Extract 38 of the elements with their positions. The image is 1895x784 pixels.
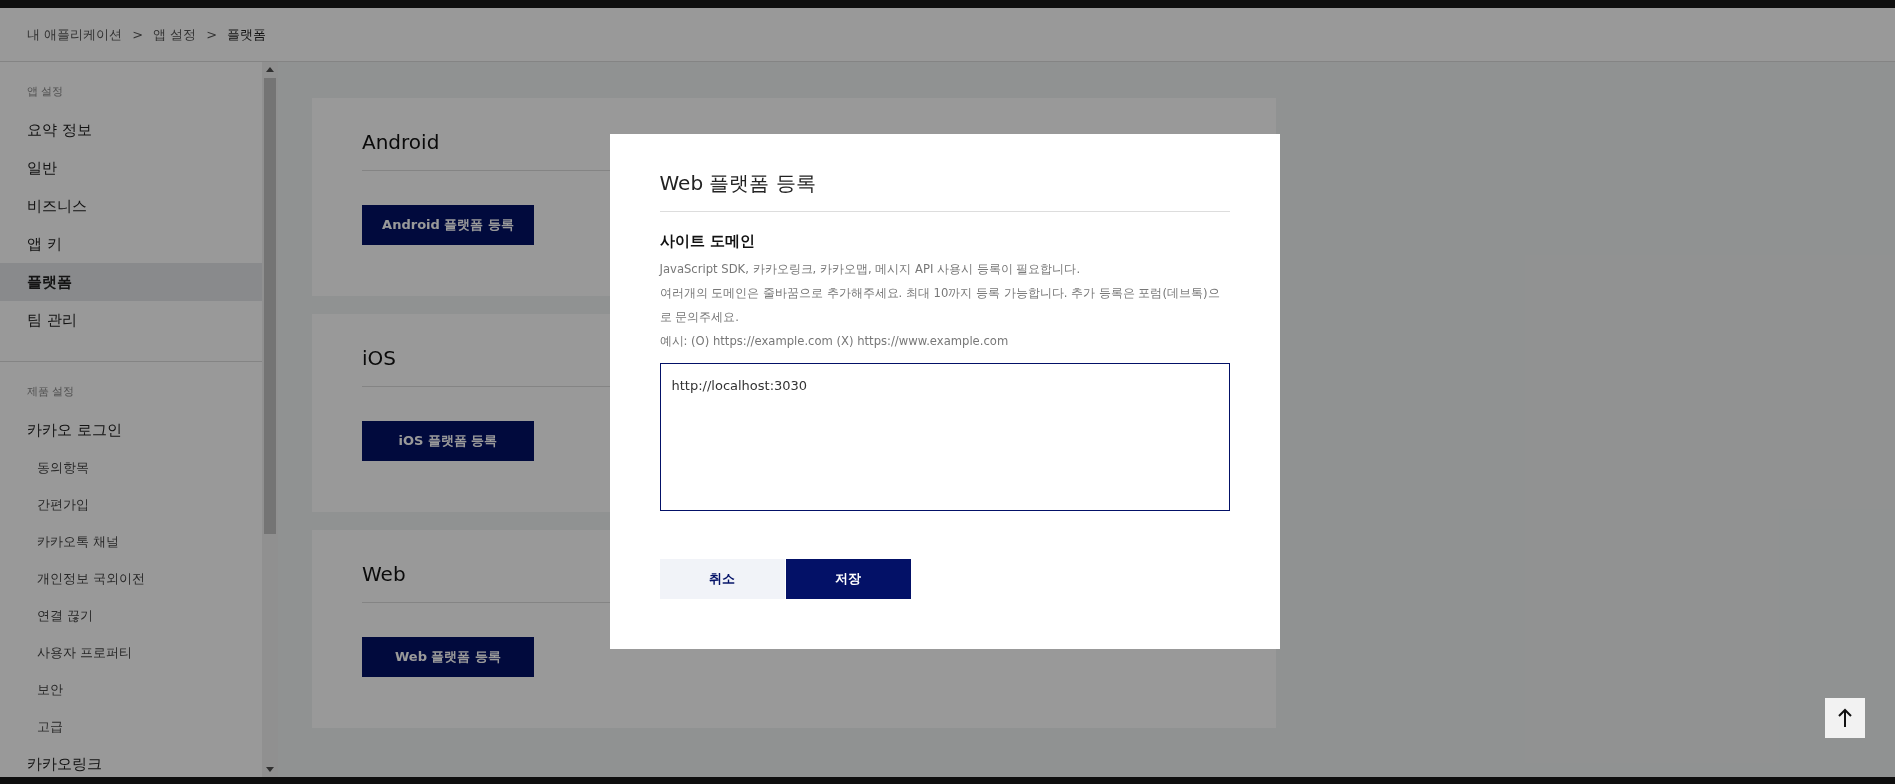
sidebar-item[interactable]: 카카오 로그인 [0,411,262,449]
sidebar-item[interactable]: 일반 [0,149,262,187]
breadcrumb-link[interactable]: 플랫폼 [227,25,267,44]
sidebar-subitem[interactable]: 보안 [0,671,262,708]
scroll-top-button[interactable] [1825,698,1865,738]
help-text: JavaScript SDK, 카카오링크, 카카오맵, 메시지 API 사용시 등록이 필요합니다. [659,261,1082,278]
sidebar-subitem[interactable]: 카카오톡 채널 [0,523,262,560]
caret-up-icon[interactable] [266,66,274,72]
field-label: 사이트 도메인 [659,232,756,251]
sidebar-item[interactable]: 팀 관리 [0,301,262,339]
sidebar-subitem[interactable]: 동의항목 [0,449,262,486]
section-heading: 제품 설정 [26,384,76,399]
arrow-up-icon [1837,708,1853,728]
sidebar-item[interactable]: 플랫폼 [0,263,262,301]
breadcrumb-separator: > [132,27,144,42]
domain-input-field[interactable]: http://localhost:3030 [659,363,1230,511]
register-button[interactable]: iOS 플랫폼 등록 [362,421,534,461]
dialog-title: Web 플랫폼 등록 [659,170,1230,212]
cancel-button[interactable]: 취소 [659,559,785,599]
sidebar-item[interactable]: 비즈니스 [0,187,262,225]
sidebar-item[interactable]: 카카오링크 [0,745,262,777]
caret-down-icon[interactable] [266,767,274,773]
breadcrumb-link[interactable]: 내 애플리케이션 [27,25,123,44]
sidebar-item[interactable]: 앱 키 [0,225,262,263]
sidebar-subitem[interactable]: 고급 [0,708,262,745]
sidebar-subitem[interactable]: 간편가입 [0,486,262,523]
sidebar-item[interactable]: 요약 정보 [0,111,262,149]
save-button[interactable]: 저장 [785,559,911,599]
section-heading: 앱 설정 [26,84,65,99]
breadcrumb-separator: > [206,27,218,42]
help-text: 여러개의 도메인은 줄바꿈으로 추가해주세요. 최대 10까지 등록 가능합니다. 추가 등록은 포럼(데브톡)으로 문의주세요. [659,285,1221,326]
register-button[interactable]: Android 플랫폼 등록 [362,205,534,245]
scrollbar[interactable] [262,62,278,777]
sidebar-subitem[interactable]: 사용자 프로퍼티 [0,634,262,671]
sidebar-subitem[interactable]: 연결 끊기 [0,597,262,634]
register-button[interactable]: Web 플랫폼 등록 [362,637,534,677]
sidebar-subitem[interactable]: 개인정보 국외이전 [0,560,262,597]
breadcrumb-link[interactable]: 앱 설정 [153,25,197,44]
